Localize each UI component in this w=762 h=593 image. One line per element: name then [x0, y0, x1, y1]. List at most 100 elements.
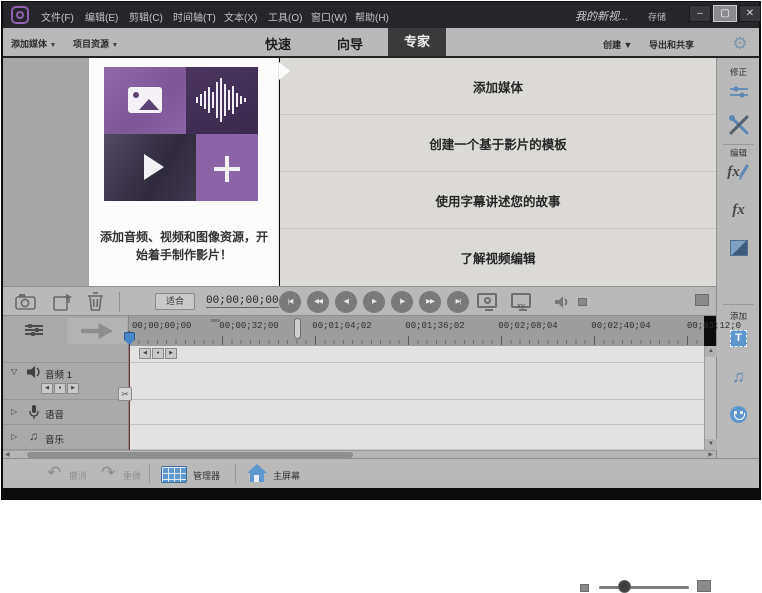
project-title: 我的新视... [575, 8, 628, 24]
fx-effects-icon[interactable]: fx [717, 202, 760, 219]
zoom-in-icon[interactable] [697, 580, 711, 592]
graphics-smiley-icon[interactable] [717, 406, 760, 423]
keyframe-next-icon[interactable]: ▶ [165, 348, 177, 359]
home-icon[interactable] [247, 464, 267, 483]
add-media-dropdown[interactable]: 添加媒体 ▼ [11, 37, 56, 50]
ruler-label: 00;01;04;02 [312, 321, 371, 331]
tab-guided[interactable]: 向导 [337, 34, 363, 53]
go-to-start-button[interactable]: |◀ [279, 291, 301, 313]
task-add-media[interactable]: 添加媒体 [280, 58, 716, 115]
monitor-settings-icon[interactable] [477, 293, 497, 308]
scroll-up-icon[interactable]: ▲ [705, 346, 717, 357]
zoom-in-icon[interactable] [695, 294, 709, 306]
go-to-end-button[interactable]: ▶| [447, 291, 469, 313]
menu-file[interactable]: 文件(F) [41, 9, 74, 24]
track-settings-icon[interactable] [25, 323, 43, 338]
play-button[interactable]: ▶ [363, 291, 385, 313]
timeline-arrow-icon[interactable] [81, 323, 113, 339]
undo-icon[interactable]: ↶ [47, 459, 61, 487]
track-video1[interactable]: ◀ ● ▶ [129, 346, 704, 363]
save-button[interactable]: 存储 [648, 10, 666, 23]
keyframe-add-icon[interactable]: ● [152, 348, 164, 359]
task-tell-story[interactable]: 使用字幕讲述您的故事 [280, 172, 716, 229]
task-learn-editing[interactable]: 了解视频编辑 [280, 229, 716, 286]
titles-text-icon[interactable]: T [717, 330, 760, 347]
menu-help[interactable]: 帮助(H) [355, 9, 389, 24]
collapse-triangle-icon[interactable]: ▷ [11, 407, 17, 416]
zoom-out-icon[interactable] [578, 298, 587, 306]
title-bar: 文件(F) 编辑(E) 剪辑(C) 时间轴(T) 文本(X) 工具(O) 窗口(… [3, 2, 759, 28]
work-area-handle[interactable] [294, 318, 301, 339]
play-icon [144, 154, 164, 180]
organizer-label[interactable]: 管理器 [193, 469, 220, 482]
scroll-down-icon[interactable]: ▼ [705, 439, 717, 450]
menu-edit[interactable]: 编辑(E) [85, 9, 118, 24]
track-header-voice: ▷ 语音 [3, 400, 129, 425]
keyframe-prev-icon[interactable]: ◀ [41, 383, 53, 394]
task-create-template[interactable]: 创建一个基于影片的模板 [280, 115, 716, 172]
zoom-slider-knob[interactable] [618, 580, 631, 593]
rotate-crop-icon[interactable] [53, 293, 73, 311]
undo-label[interactable]: 撤消 [69, 469, 87, 482]
ruler-label: 00;00;00;00 [132, 321, 191, 331]
music-icon[interactable]: ♫ [717, 368, 760, 385]
minimize-button[interactable]: – [689, 5, 711, 22]
track-audio1[interactable] [129, 363, 704, 400]
keyframe-nav[interactable]: ◀ ● ▶ [41, 383, 79, 394]
menu-tools[interactable]: 工具(O) [268, 9, 302, 24]
action-bar: 修正 编辑 fx fx 添加 T ♫ [716, 58, 759, 458]
monitor-left-margin [3, 58, 89, 286]
app-logo-icon [11, 6, 29, 24]
transitions-icon[interactable] [717, 240, 760, 256]
track-header-music: ▷ ♫ 音乐 [3, 425, 129, 450]
collapse-triangle-icon[interactable]: ▷ [11, 432, 17, 441]
menu-text[interactable]: 文本(X) [224, 9, 257, 24]
audio-meter-icon[interactable] [555, 296, 569, 308]
camera-icon[interactable] [15, 293, 39, 310]
chevron-down-icon: ▼ [50, 42, 57, 49]
ruler-label: 00;02;40;04 [591, 321, 650, 331]
fx-pencil-icon[interactable]: fx [717, 164, 760, 181]
tab-quick[interactable]: 快速 [265, 34, 291, 53]
fix-section-label: 修正 [717, 66, 760, 78]
menu-window[interactable]: 窗口(W) [311, 9, 347, 24]
keyframe-nav[interactable]: ◀ ● ▶ [139, 348, 177, 359]
frame-forward-button[interactable]: |▶ [391, 291, 413, 313]
export-share-button[interactable]: 导出和共享 [649, 38, 694, 51]
settings-gear-icon[interactable]: ⚙ [725, 32, 755, 56]
adjust-sliders-icon[interactable] [717, 84, 760, 100]
close-button[interactable]: ✕ [739, 5, 761, 22]
keyframe-add-icon[interactable]: ● [54, 383, 66, 394]
track-voice[interactable] [129, 400, 704, 425]
rewind-button[interactable]: ◀◀ [307, 291, 329, 313]
current-timecode[interactable]: 00;00;00;00 [206, 295, 279, 308]
organizer-icon[interactable] [161, 466, 187, 483]
collapse-triangle-icon[interactable]: ▽ [11, 367, 17, 376]
chevron-down-icon: ▼ [624, 40, 633, 50]
track-music[interactable] [129, 425, 704, 450]
keyframe-prev-icon[interactable]: ◀ [139, 348, 151, 359]
scissors-icon[interactable]: ✂ [118, 387, 132, 401]
tools-icon[interactable] [717, 114, 760, 136]
trash-icon[interactable] [87, 292, 105, 311]
redo-label[interactable]: 重做 [123, 469, 141, 482]
monitor-caption-icon[interactable]: xy [511, 293, 531, 308]
timeline-ruler[interactable]: 00;00;00;00 00;00;32;00 00;01;04;02 00;0… [129, 316, 704, 346]
fast-forward-button[interactable]: ▶▶ [419, 291, 441, 313]
project-assets-dropdown[interactable]: 项目资源 ▼ [73, 37, 118, 50]
frame-back-button[interactable]: ◀| [335, 291, 357, 313]
keyframe-next-icon[interactable]: ▶ [67, 383, 79, 394]
maximize-button[interactable]: ▢ [713, 5, 737, 22]
zoom-out-icon[interactable] [580, 584, 589, 592]
fit-button[interactable]: 适合 [155, 293, 195, 310]
tab-expert[interactable]: 专家 [388, 28, 446, 56]
menu-clip[interactable]: 剪辑(C) [129, 9, 163, 24]
timeline-vertical-scrollbar[interactable]: ▲ ▼ [704, 346, 716, 450]
home-label[interactable]: 主屏幕 [273, 469, 300, 482]
timeline-horizontal-scrollbar[interactable]: ◀ ▶ [3, 450, 716, 458]
menu-timeline[interactable]: 时间轴(T) [173, 9, 216, 24]
redo-icon[interactable]: ↷ [101, 459, 115, 487]
create-dropdown[interactable]: 创建 ▼ [603, 38, 632, 51]
zoom-slider-track[interactable] [599, 586, 689, 589]
work-area-marker[interactable] [211, 319, 220, 322]
